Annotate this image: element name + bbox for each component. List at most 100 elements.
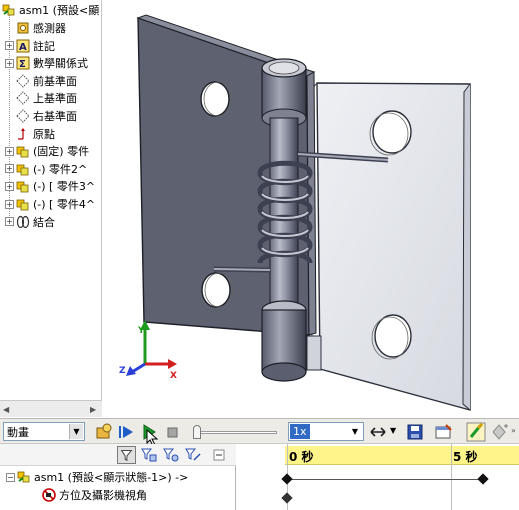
filter-results-icon[interactable] bbox=[183, 446, 202, 464]
expand-icon[interactable]: + bbox=[5, 199, 14, 209]
assembly-icon bbox=[17, 471, 30, 483]
time-bar[interactable]: 0 秒 5 秒 bbox=[285, 446, 519, 465]
tree-item-label: (-) 零件2^ bbox=[33, 162, 88, 176]
time-label-start: 0 秒 bbox=[289, 450, 314, 464]
chevron-down-icon[interactable]: ▼ bbox=[69, 424, 83, 439]
tree-item-label: 上基準面 bbox=[33, 92, 77, 106]
motion-tree-root[interactable]: − asm1 (預設<顯示狀態-1>) -> bbox=[6, 468, 188, 486]
tree-item-label: 右基準面 bbox=[33, 110, 77, 123]
stop-button[interactable] bbox=[162, 422, 182, 442]
expand-icon[interactable]: + bbox=[5, 164, 14, 174]
chevron-down-icon[interactable]: ▼ bbox=[348, 424, 362, 439]
expand-icon[interactable]: + bbox=[5, 146, 14, 156]
expand-icon[interactable]: + bbox=[5, 58, 14, 68]
tree-root-label: asm1 (預設<顯 bbox=[19, 4, 100, 17]
tree-item[interactable]: 原點 bbox=[5, 125, 55, 143]
scroll-left-icon[interactable]: ◀ bbox=[3, 405, 9, 414]
playback-speed-select[interactable]: 1x ▼ bbox=[288, 422, 364, 441]
tree-horizontal-scrollbar[interactable]: ◀ ▶ bbox=[0, 400, 102, 417]
scroll-right-icon[interactable]: ▶ bbox=[90, 405, 96, 414]
calculate-button[interactable] bbox=[94, 422, 114, 442]
key-point-camera[interactable] bbox=[281, 492, 293, 504]
tree-item-label: 結合 bbox=[33, 215, 55, 229]
collapse-icon[interactable]: − bbox=[6, 472, 15, 482]
tree-item[interactable]: + 結合 bbox=[5, 213, 55, 231]
filter-driving-icon[interactable] bbox=[139, 446, 158, 464]
study-type-select[interactable]: 動畫 ▼ bbox=[3, 422, 85, 441]
save-animation-button[interactable] bbox=[405, 422, 425, 442]
mates-icon bbox=[16, 215, 30, 228]
expand-icon[interactable]: + bbox=[5, 217, 14, 227]
coordinate-triad: Y X Z bbox=[119, 320, 177, 381]
tree-item[interactable]: + (-) [ 零件4^ bbox=[5, 195, 95, 213]
tree-item[interactable]: + A 註記 bbox=[5, 37, 55, 55]
tree-item[interactable]: + (-) 零件2^ bbox=[5, 160, 87, 178]
assembly-icon bbox=[2, 4, 15, 16]
tree-item-label: 感測器 bbox=[33, 22, 66, 35]
tree-item-label: (-) [ 零件3^ bbox=[33, 180, 96, 194]
tree-item-label: 數學關係式 bbox=[33, 57, 88, 71]
orientation-camera-icon bbox=[42, 488, 56, 502]
animation-wizard-button[interactable] bbox=[434, 422, 454, 442]
tree-item-label: 註記 bbox=[33, 39, 55, 53]
tree-item-label: (-) [ 零件4^ bbox=[33, 198, 96, 211]
play-from-start-button[interactable] bbox=[116, 422, 136, 442]
motion-timeline[interactable]: 0 秒 5 秒 bbox=[237, 444, 519, 510]
filter-animated-icon[interactable] bbox=[117, 446, 136, 464]
tree-item[interactable]: 上基準面 bbox=[5, 89, 77, 107]
key-point-end[interactable] bbox=[477, 473, 489, 485]
autokey-button[interactable] bbox=[466, 422, 486, 442]
svg-text:Σ: Σ bbox=[19, 59, 26, 70]
slider-thumb[interactable] bbox=[193, 425, 201, 439]
expand-icon[interactable]: + bbox=[5, 41, 14, 51]
add-key-button[interactable] bbox=[490, 422, 510, 442]
collapse-tree-icon[interactable] bbox=[210, 446, 229, 464]
motion-tree-item[interactable]: 方位及攝影機視角 bbox=[42, 486, 147, 504]
tree-item[interactable]: + Σ 數學關係式 bbox=[5, 54, 88, 72]
triad-x-label: X bbox=[170, 371, 177, 381]
tree-item-label: 前基準面 bbox=[33, 74, 77, 88]
right-plate[interactable] bbox=[310, 82, 471, 411]
motion-toolbar: 動畫 ▼ 1x ▼ ▼ » bbox=[0, 418, 519, 447]
part-icon bbox=[16, 199, 29, 211]
playback-mode-button[interactable] bbox=[368, 422, 388, 442]
plane-icon bbox=[16, 74, 30, 88]
time-label-end: 5 秒 bbox=[453, 450, 478, 464]
triad-z-label: Z bbox=[119, 366, 126, 376]
key-duration-line bbox=[287, 479, 483, 480]
tree-item[interactable]: 前基準面 bbox=[5, 72, 77, 90]
sensor-icon bbox=[17, 22, 29, 34]
toolbar-overflow-icon[interactable]: » bbox=[511, 426, 516, 435]
tree-item[interactable]: 右基準面 bbox=[5, 107, 77, 125]
solidworks-window: asm1 (預設<顯 感測器 + A 註記 + Σ 數學關係式 前基準面 上基準面 右基準面 原點 +… bbox=[0, 0, 519, 510]
origin-icon bbox=[18, 127, 25, 140]
graphics-area[interactable]: Y X Z bbox=[102, 0, 519, 417]
motion-filter-bar bbox=[0, 444, 236, 466]
top-knuckle[interactable] bbox=[261, 58, 307, 128]
plane-icon bbox=[16, 109, 30, 123]
equation-icon: Σ bbox=[16, 56, 30, 70]
time-marker-end[interactable] bbox=[451, 444, 452, 510]
filter-selected-icon[interactable] bbox=[161, 446, 180, 464]
tree-item-label: (固定) 零件 bbox=[33, 145, 90, 159]
motion-root-label: asm1 (預設<顯示狀態-1>) -> bbox=[34, 471, 189, 484]
plane-icon bbox=[16, 91, 30, 106]
annotation-icon: A bbox=[16, 39, 30, 53]
playback-slider[interactable] bbox=[191, 423, 279, 441]
hinge-model[interactable]: Y X Z bbox=[102, 0, 519, 417]
part-icon bbox=[16, 181, 29, 193]
tree-item[interactable]: 感測器 bbox=[5, 19, 66, 37]
tree-item[interactable]: + (-) [ 零件3^ bbox=[5, 177, 95, 195]
expand-icon[interactable]: + bbox=[5, 181, 14, 191]
feature-manager-tree: asm1 (預設<顯 感測器 + A 註記 + Σ 數學關係式 前基準面 上基準面 右基準面 原點 +… bbox=[0, 0, 101, 400]
tree-root[interactable]: asm1 (預設<顯 bbox=[0, 1, 99, 19]
triad-y-label: Y bbox=[137, 326, 145, 336]
tree-item[interactable]: + (固定) 零件 bbox=[5, 142, 89, 160]
motion-manager-tree: − asm1 (預設<顯示狀態-1>) -> 方位及攝影機視角 bbox=[0, 444, 236, 510]
chevron-down-icon[interactable]: ▼ bbox=[390, 426, 396, 435]
part-icon bbox=[16, 146, 29, 158]
speed-value: 1x bbox=[290, 424, 310, 439]
key-point-start[interactable] bbox=[281, 473, 293, 485]
svg-text:A: A bbox=[19, 42, 27, 53]
motion-item-label: 方位及攝影機視角 bbox=[59, 489, 147, 502]
